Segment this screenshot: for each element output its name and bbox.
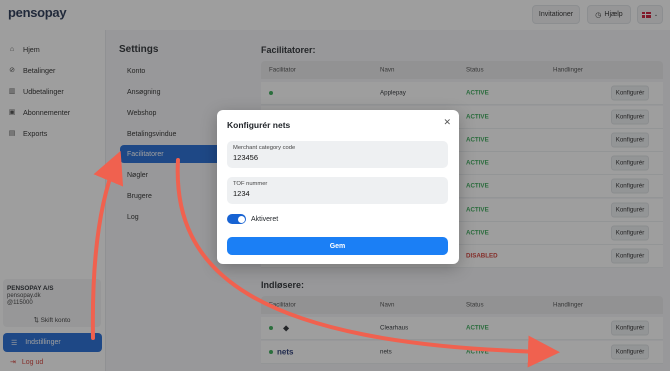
tof-input[interactable]: 1234 <box>233 189 442 198</box>
activated-toggle-row: Aktiveret <box>227 214 278 224</box>
close-icon[interactable]: ✕ <box>443 117 451 128</box>
activated-toggle[interactable] <box>227 214 246 224</box>
mcc-label: Merchant category code <box>233 145 296 151</box>
tof-label: TOF nummer <box>233 181 268 187</box>
mcc-input[interactable]: 123456 <box>233 153 442 162</box>
mcc-field[interactable]: Merchant category code 123456 <box>227 141 448 168</box>
save-button[interactable]: Gem <box>227 237 448 255</box>
tof-field[interactable]: TOF nummer 1234 <box>227 177 448 204</box>
configure-nets-dialog: Konfigurér nets ✕ Merchant category code… <box>217 110 459 264</box>
dialog-title: Konfigurér nets <box>227 120 291 130</box>
activated-label: Aktiveret <box>251 215 279 223</box>
